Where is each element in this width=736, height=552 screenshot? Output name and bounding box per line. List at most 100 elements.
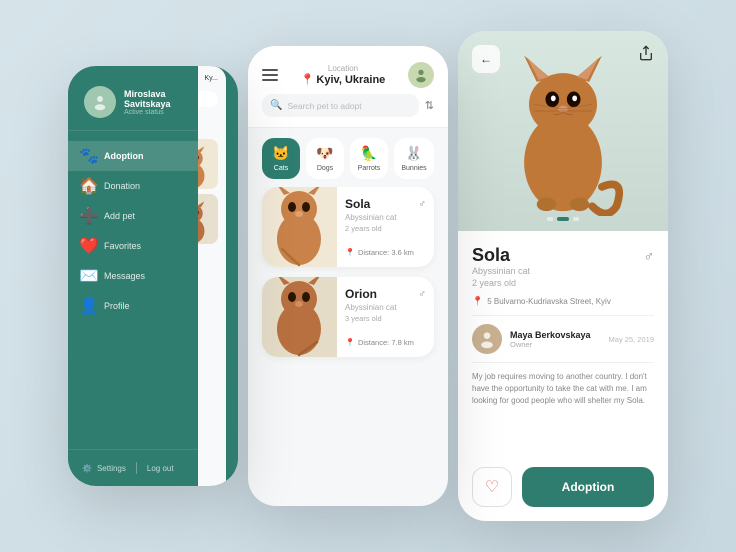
owner-info: Maya Berkovskaya Owner [510, 330, 591, 349]
pet-card-sola[interactable]: Sola ♂ Abyssinian cat 2 years old 📍 Dist… [262, 187, 434, 267]
category-bunnies[interactable]: 🐰 Bunnies [394, 138, 434, 179]
sidebar-item-messages[interactable]: ✉️ Messages [68, 261, 198, 291]
adoption-button-label: Adoption [562, 480, 615, 494]
parrots-label: Parrots [358, 165, 381, 172]
bunnies-label: Bunnies [401, 165, 426, 172]
category-parrots[interactable]: 🦜 Parrots [350, 138, 388, 179]
filter-icon[interactable]: ⇅ [425, 99, 434, 112]
mini-location: Ky... [205, 75, 218, 82]
detail-pet-meta: Abyssinian cat 2 years old [472, 266, 530, 288]
logout-link[interactable]: Log out [147, 464, 174, 473]
category-dogs[interactable]: 🐶 Dogs [306, 138, 344, 179]
orion-name-row: Orion ♂ [345, 287, 426, 301]
sola-name: Sola [345, 197, 370, 211]
orion-gender-icon: ♂ [419, 289, 427, 300]
sidebar-item-donation[interactable]: 🏠 Donation [68, 171, 198, 201]
detail-description: My job requires moving to another countr… [472, 371, 654, 455]
detail-image-area: ← [458, 31, 668, 231]
dot-2-active [557, 217, 569, 221]
profile-icon: 👤 [82, 299, 96, 313]
owner-date: May 25, 2019 [609, 335, 654, 344]
sidebar-favorites-label: Favorites [104, 241, 141, 251]
owner-role: Owner [510, 340, 591, 349]
header-user-avatar[interactable] [408, 62, 434, 88]
sola-pet-info: Sola ♂ Abyssinian cat 2 years old 📍 Dist… [345, 187, 434, 267]
detail-pet-name: Sola [472, 245, 530, 266]
location-city: Kyiv, Ukraine [316, 74, 385, 86]
orion-pet-info: Orion ♂ Abyssinian cat 3 years old 📍 Dis… [345, 277, 434, 357]
sidebar-navigation: 🐾 Adoption 🏠 Donation ➕ Add pet ❤️ Favor… [68, 131, 198, 449]
search-row: 🔍 Search pet to adopt ⇅ [262, 94, 434, 117]
bunnies-icon: 🐰 [405, 145, 422, 162]
listing-header: Location 📍 Kyiv, Ukraine 🔍 Search pet to… [248, 46, 448, 128]
location-label: Location [278, 64, 408, 73]
image-dots [547, 217, 579, 221]
sidebar-add-pet-label: Add pet [104, 211, 135, 221]
settings-link[interactable]: ⚙️ Settings [82, 464, 126, 473]
sidebar-item-add-pet[interactable]: ➕ Add pet [68, 201, 198, 231]
orion-distance-value: Distance: 7.8 km [358, 338, 414, 347]
phone-detail: ← [458, 31, 668, 521]
search-placeholder: Search pet to adopt [287, 101, 361, 111]
location-row: Location 📍 Kyiv, Ukraine [262, 62, 434, 88]
orion-distance-pin-icon: 📍 [345, 338, 355, 347]
cats-icon: 🐱 [272, 145, 289, 162]
settings-label: Settings [97, 464, 126, 473]
categories-row: 🐱 Cats 🐶 Dogs 🦜 Parrots 🐰 Bunnies [248, 128, 448, 187]
favorite-button[interactable]: ♡ [472, 467, 512, 507]
sidebar-header: Miroslava Savitskaya Active status [68, 66, 198, 131]
detail-address: 5 Bulvarno-Kudriavska Street, Kyiv [487, 297, 611, 306]
adoption-icon: 🐾 [82, 149, 96, 163]
sidebar-donation-label: Donation [104, 181, 140, 191]
add-pet-icon: ➕ [82, 209, 96, 223]
cats-label: Cats [274, 165, 288, 172]
orion-breed: Abyssinian cat [345, 303, 426, 312]
sola-name-row: Sola ♂ [345, 197, 426, 211]
pets-list: Sola ♂ Abyssinian cat 2 years old 📍 Dist… [248, 187, 448, 506]
owner-name: Maya Berkovskaya [510, 330, 591, 340]
share-button[interactable] [638, 45, 654, 64]
search-bar[interactable]: 🔍 Search pet to adopt [262, 94, 419, 117]
detail-name-row: Sola Abyssinian cat 2 years old ♂ [472, 245, 654, 288]
orion-name: Orion [345, 287, 377, 301]
donation-icon: 🏠 [82, 179, 96, 193]
category-cats[interactable]: 🐱 Cats [262, 138, 300, 179]
sidebar-user-avatar [84, 86, 116, 118]
messages-icon: ✉️ [82, 269, 96, 283]
pet-card-orion[interactable]: Orion ♂ Abyssinian cat 3 years old 📍 Dis… [262, 277, 434, 357]
sidebar-user-info: Miroslava Savitskaya Active status [124, 89, 182, 116]
dogs-icon: 🐶 [316, 145, 333, 162]
hamburger-menu-icon[interactable] [262, 69, 278, 81]
address-pin-icon: 📍 [472, 296, 483, 307]
dogs-label: Dogs [317, 165, 333, 172]
sidebar-footer: ⚙️ Settings Log out [68, 449, 198, 486]
detail-content: Sola Abyssinian cat 2 years old ♂ 📍 5 Bu… [458, 231, 668, 521]
sola-gender-icon: ♂ [419, 199, 427, 210]
adoption-button[interactable]: Adoption [522, 467, 654, 507]
distance-pin-icon: 📍 [345, 248, 355, 257]
detail-age: 2 years old [472, 278, 530, 288]
detail-pet-identity: Sola Abyssinian cat 2 years old [472, 245, 530, 288]
parrots-icon: 🦜 [360, 145, 377, 162]
settings-gear-icon: ⚙️ [82, 464, 92, 473]
sidebar-item-favorites[interactable]: ❤️ Favorites [68, 231, 198, 261]
sola-distance: 📍 Distance: 3.6 km [345, 248, 426, 257]
orion-age: 3 years old [345, 314, 426, 323]
phone-sidebar: Ky... 🔍 Search pet to adopt 🐱 Cats 🐶 Dog… [68, 66, 238, 486]
location-value: 📍 Kyiv, Ukraine [278, 73, 408, 86]
phone-listing: Location 📍 Kyiv, Ukraine 🔍 Search pet to… [248, 46, 448, 506]
detail-cat-image [498, 41, 628, 216]
back-button[interactable]: ← [472, 45, 500, 73]
sola-cat-image [262, 187, 337, 267]
detail-address-row: 📍 5 Bulvarno-Kudriavska Street, Kyiv [472, 296, 654, 307]
sola-distance-value: Distance: 3.6 km [358, 248, 414, 257]
sidebar-user-name: Miroslava Savitskaya [124, 89, 182, 109]
footer-divider [136, 462, 137, 474]
dot-1 [547, 217, 553, 221]
sola-age: 2 years old [345, 224, 426, 233]
favorites-icon: ❤️ [82, 239, 96, 253]
sidebar-item-adoption[interactable]: 🐾 Adoption [68, 141, 198, 171]
detail-gender-icon: ♂ [644, 248, 655, 264]
dot-3 [573, 217, 579, 221]
sidebar-item-profile[interactable]: 👤 Profile [68, 291, 198, 321]
